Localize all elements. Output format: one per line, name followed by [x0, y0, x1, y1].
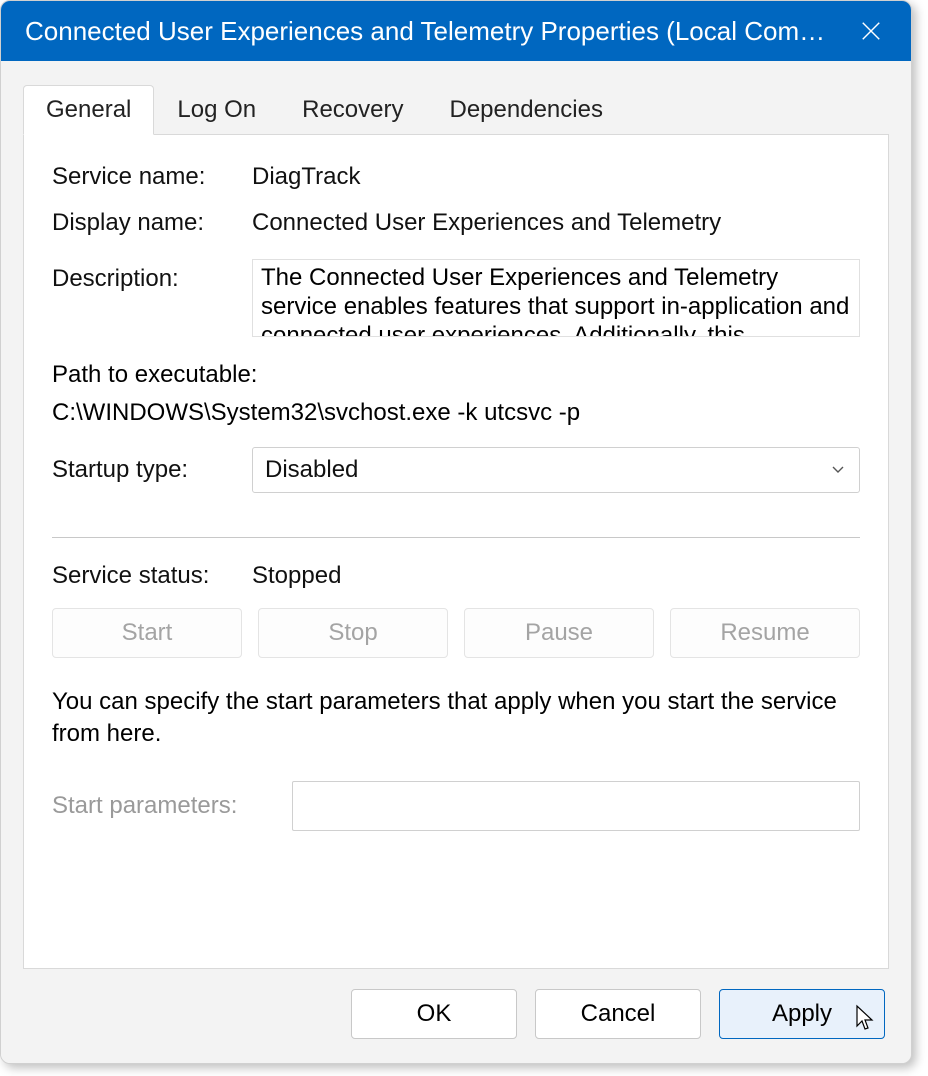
- label-description: Description:: [52, 259, 252, 293]
- tab-dependencies[interactable]: Dependencies: [427, 85, 626, 135]
- label-startup-type: Startup type:: [52, 456, 252, 484]
- cancel-button[interactable]: Cancel: [535, 989, 701, 1039]
- apply-button[interactable]: Apply: [719, 989, 885, 1039]
- close-button[interactable]: [851, 11, 891, 51]
- window-title: Connected User Experiences and Telemetry…: [25, 16, 831, 47]
- value-service-name: DiagTrack: [252, 163, 860, 191]
- startup-type-value: Disabled: [265, 456, 358, 484]
- value-path-to-executable: C:\WINDOWS\System32\svchost.exe -k utcsv…: [52, 399, 860, 427]
- startup-type-select[interactable]: Disabled: [252, 447, 860, 493]
- tab-log-on[interactable]: Log On: [154, 85, 279, 135]
- label-service-status: Service status:: [52, 562, 252, 590]
- description-textarea[interactable]: [252, 259, 860, 337]
- label-display-name: Display name:: [52, 209, 252, 237]
- label-start-parameters: Start parameters:: [52, 792, 292, 820]
- apply-button-label: Apply: [772, 1000, 832, 1027]
- stop-button[interactable]: Stop: [258, 608, 448, 658]
- label-service-name: Service name:: [52, 163, 252, 191]
- ok-button[interactable]: OK: [351, 989, 517, 1039]
- label-path-to-executable: Path to executable:: [52, 361, 860, 389]
- tab-recovery[interactable]: Recovery: [279, 85, 426, 135]
- cursor-icon: [854, 1004, 876, 1032]
- dialog-button-bar: OK Cancel Apply: [1, 969, 911, 1063]
- tab-strip: General Log On Recovery Dependencies: [1, 61, 911, 135]
- divider: [52, 537, 860, 538]
- start-parameters-hint: You can specify the start parameters tha…: [52, 686, 860, 751]
- value-display-name: Connected User Experiences and Telemetry: [252, 209, 860, 237]
- properties-dialog: Connected User Experiences and Telemetry…: [0, 0, 912, 1064]
- tab-panel-general: Service name: DiagTrack Display name: Co…: [23, 134, 889, 969]
- start-button[interactable]: Start: [52, 608, 242, 658]
- value-service-status: Stopped: [252, 562, 860, 590]
- start-parameters-input[interactable]: [292, 781, 860, 831]
- close-icon: [860, 20, 882, 42]
- pause-button[interactable]: Pause: [464, 608, 654, 658]
- titlebar: Connected User Experiences and Telemetry…: [1, 1, 911, 61]
- tab-general[interactable]: General: [23, 85, 154, 135]
- resume-button[interactable]: Resume: [670, 608, 860, 658]
